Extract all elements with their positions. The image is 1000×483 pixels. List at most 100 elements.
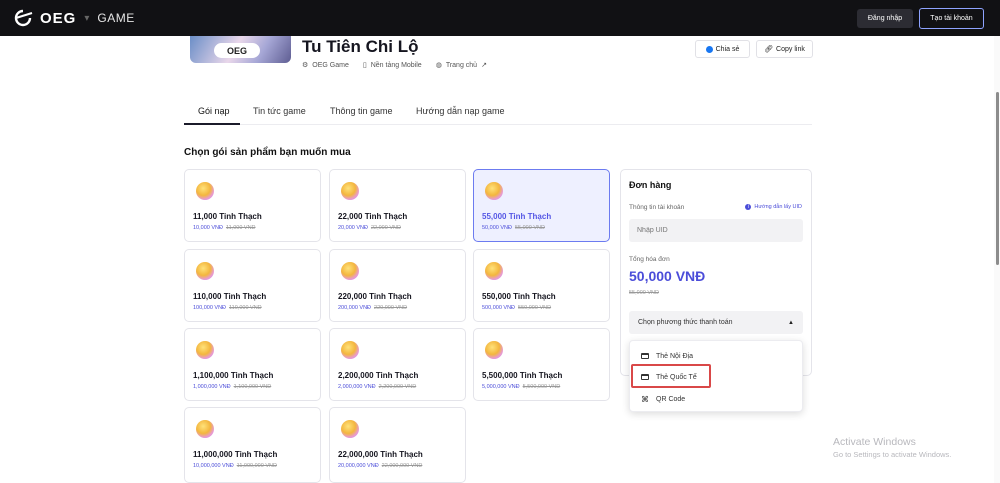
product-old-price: 22,000,000 VNĐ [381, 463, 423, 469]
copy-link-button[interactable]: 🔗︎ Copy link [756, 40, 813, 58]
highlight-box [631, 364, 711, 388]
product-prices: 500,000 VNĐ 550,000 VNĐ [482, 305, 551, 311]
payment-option-label: QR Code [656, 395, 686, 403]
product-price: 1,000,000 VNĐ [193, 384, 231, 390]
tab-bar: Gói nạp Tin tức game Thông tin game Hướn… [184, 101, 812, 125]
gem-icon [485, 182, 503, 200]
product-card[interactable]: 22,000 Tinh Thạch 20,000 VNĐ 22,000 VNĐ [329, 169, 466, 242]
globe-icon: ◍ [435, 62, 442, 69]
top-navbar: OEG ▾ GAME Đăng nhập Tạo tài khoản [0, 0, 1000, 36]
product-name: 22,000 Tinh Thạch [338, 212, 408, 221]
product-prices: 20,000,000 VNĐ 22,000,000 VNĐ [338, 463, 422, 469]
product-name: 2,200,000 Tinh Thạch [338, 371, 419, 380]
product-old-price: 220,000 VNĐ [374, 305, 408, 311]
uid-help-label: Hướng dẫn lấy UID [754, 204, 802, 210]
product-card[interactable]: 11,000 Tinh Thạch 10,000 VNĐ 11,000 VNĐ [184, 169, 321, 242]
product-old-price: 11,000 VNĐ [225, 225, 256, 231]
uid-input[interactable] [629, 219, 803, 242]
product-card[interactable]: 220,000 Tinh Thạch 200,000 VNĐ 220,000 VN… [329, 249, 466, 322]
product-old-price: 22,000 VNĐ [370, 225, 401, 231]
external-link-icon: ↗ [481, 62, 487, 69]
oeg-logo-icon [14, 9, 33, 27]
order-total: 50,000 VNĐ [629, 268, 706, 284]
product-old-price: 5,500,000 VNĐ [522, 384, 561, 390]
total-label: Tổng hóa đơn [629, 256, 670, 263]
active-tab-indicator [184, 123, 240, 125]
product-prices: 10,000,000 VNĐ 11,000,000 VNĐ [193, 463, 277, 469]
uid-help-link[interactable]: i Hướng dẫn lấy UID [745, 204, 802, 210]
game-thumbnail: OEG [190, 36, 291, 63]
product-price: 20,000 VNĐ [338, 225, 368, 231]
order-title: Đơn hàng [629, 180, 672, 190]
payment-option-qr-code[interactable]: ⌘ QR Code [630, 389, 804, 409]
product-card[interactable]: 11,000,000 Tinh Thạch 10,000,000 VNĐ 11,0… [184, 407, 321, 483]
gem-icon [341, 341, 359, 359]
gem-icon [196, 341, 214, 359]
gem-icon [485, 341, 503, 359]
brand-dropdown-icon[interactable]: ▾ [84, 13, 89, 24]
product-card[interactable]: 1,100,000 Tinh Thạch 1,000,000 VNĐ 1,100,… [184, 328, 321, 401]
tab-tin-tuc-game[interactable]: Tin tức game [253, 106, 306, 116]
product-old-price: 550,000 VNĐ [518, 305, 552, 311]
brand-name: OEG [40, 9, 77, 27]
activate-windows-subtitle: Go to Settings to activate Windows. [833, 450, 952, 459]
info-icon: i [745, 204, 752, 210]
product-name: 110,000 Tinh Thạch [193, 292, 267, 301]
copy-link-label: Copy link [776, 45, 805, 53]
product-prices: 2,000,000 VNĐ 2,200,000 VNĐ [338, 384, 416, 390]
product-name: 5,500,000 Tinh Thạch [482, 371, 563, 380]
mobile-icon: ▯ [362, 62, 367, 69]
product-name: 1,100,000 Tinh Thạch [193, 371, 274, 380]
publisher: ⚙ OEG Game [302, 61, 349, 70]
product-prices: 200,000 VNĐ 220,000 VNĐ [338, 305, 407, 311]
platform: ▯ Nền tảng Mobile [362, 61, 422, 70]
product-name: 550,000 Tinh Thạch [482, 292, 556, 301]
publisher-label: OEG Game [312, 61, 349, 69]
payment-method-label: Chọn phương thức thanh toán [638, 319, 733, 326]
product-card[interactable]: 5,500,000 Tinh Thạch 5,000,000 VNĐ 5,500,… [473, 328, 610, 401]
gem-icon [341, 262, 359, 280]
product-name: 22,000,000 Tinh Thạch [338, 450, 423, 459]
payment-option-label: Thẻ Nội Địa [656, 352, 693, 360]
homepage-link[interactable]: ◍ Trang chủ ↗ [435, 61, 487, 70]
product-name: 55,000 Tinh Thạch [482, 212, 552, 221]
product-card[interactable]: 22,000,000 Tinh Thạch 20,000,000 VNĐ 22,0… [329, 407, 466, 483]
activate-windows-title: Activate Windows [833, 436, 916, 448]
product-name: 11,000 Tinh Thạch [193, 212, 262, 221]
login-button[interactable]: Đăng nhập [857, 9, 913, 28]
link-icon: 🔗︎ [764, 46, 774, 53]
facebook-icon [705, 45, 713, 53]
section-name[interactable]: GAME [97, 11, 134, 25]
product-name: 11,000,000 Tinh Thạch [193, 450, 278, 459]
gem-icon [341, 182, 359, 200]
product-price: 10,000,000 VNĐ [193, 463, 234, 469]
oeg-logo[interactable]: OEG ▾ GAME [12, 9, 135, 27]
tab-goi-nap[interactable]: Gói nạp [198, 106, 230, 116]
tab-huong-dan-nap-game[interactable]: Hướng dẫn nạp game [416, 106, 504, 116]
product-prices: 100,000 VNĐ 110,000 VNĐ [193, 305, 262, 311]
share-label: Chia sẻ [715, 45, 740, 53]
account-info-label: Thông tin tài khoản [629, 204, 685, 211]
product-price: 10,000 VNĐ [193, 225, 223, 231]
caret-up-icon: ▲ [788, 319, 794, 326]
product-card[interactable]: 2,200,000 Tinh Thạch 2,000,000 VNĐ 2,200,… [329, 328, 466, 401]
product-prices: 50,000 VNĐ 55,000 VNĐ [482, 225, 545, 231]
scrollbar-thumb[interactable] [996, 92, 999, 265]
product-price: 5,000,000 VNĐ [482, 384, 520, 390]
payment-option-noi-dia[interactable]: Thẻ Nội Địa [630, 346, 804, 366]
product-price: 500,000 VNĐ [482, 305, 516, 311]
product-prices: 1,000,000 VNĐ 1,100,000 VNĐ [193, 384, 271, 390]
product-card[interactable]: 550,000 Tinh Thạch 500,000 VNĐ 550,000 VN… [473, 249, 610, 322]
product-price: 2,000,000 VNĐ [338, 384, 376, 390]
qr-code-icon: ⌘ [641, 394, 649, 404]
tab-thong-tin-game[interactable]: Thông tin game [330, 106, 393, 116]
section-title: Chọn gói sản phẩm bạn muốn mua [184, 147, 351, 158]
product-price: 50,000 VNĐ [482, 225, 512, 231]
payment-method-select[interactable]: Chọn phương thức thanh toán ▲ [629, 311, 803, 334]
signup-button[interactable]: Tạo tài khoản [919, 8, 984, 29]
product-card[interactable]: 110,000 Tinh Thạch 100,000 VNĐ 110,000 VN… [184, 249, 321, 322]
share-button[interactable]: Chia sẻ [695, 40, 750, 58]
product-old-price: 110,000 VNĐ [229, 305, 262, 311]
product-card-selected[interactable]: 55,000 Tinh Thạch 50,000 VNĐ 55,000 VNĐ [473, 169, 610, 242]
game-title: Tu Tiên Chi Lộ [302, 37, 419, 56]
